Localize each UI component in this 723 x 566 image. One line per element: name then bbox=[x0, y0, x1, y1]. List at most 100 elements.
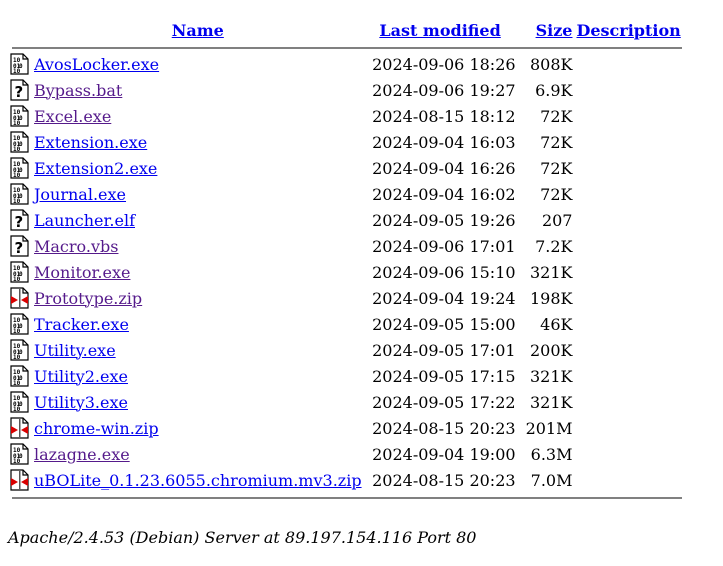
file-modified: 2024-09-05 19:26 bbox=[372, 210, 516, 230]
file-size: 6.3M bbox=[530, 444, 573, 464]
unknown-file-icon: ? bbox=[10, 79, 30, 101]
svg-text:?: ? bbox=[15, 239, 24, 257]
file-row: chrome-win.zip 2024-08-15 20:23 201M bbox=[10, 416, 682, 440]
binary-file-icon: 10 01 0 10 bbox=[10, 105, 30, 127]
binary-file-icon: 10 01 0 10 bbox=[10, 365, 30, 387]
file-modified: 2024-08-15 20:23 bbox=[372, 470, 516, 490]
file-size: 321K bbox=[529, 262, 573, 282]
binary-file-icon: 10 01 0 10 bbox=[10, 339, 30, 361]
file-modified: 2024-08-15 18:12 bbox=[372, 106, 516, 126]
file-size: 46K bbox=[540, 314, 573, 334]
file-description bbox=[575, 416, 681, 440]
file-description bbox=[575, 338, 681, 362]
sort-by-description-link[interactable]: Description bbox=[576, 21, 680, 40]
file-row: ? Launcher.elf 2024-09-05 19:26 207 bbox=[10, 208, 682, 232]
sort-by-name-link[interactable]: Name bbox=[172, 21, 224, 40]
file-row: 10 01 0 10 lazagne.exe 2024-09-04 19:00 6.3M bbox=[10, 442, 682, 466]
file-description bbox=[575, 78, 681, 102]
file-modified: 2024-09-04 19:24 bbox=[372, 288, 516, 308]
sort-by-size-link[interactable]: Size bbox=[536, 21, 573, 40]
file-description bbox=[575, 182, 681, 206]
file-row: 10 01 0 10 Utility3.exe 2024-09-05 17:22 321K bbox=[10, 390, 682, 414]
file-modified: 2024-09-06 19:27 bbox=[372, 80, 516, 100]
footer-divider bbox=[12, 497, 682, 499]
file-link[interactable]: Launcher.elf bbox=[34, 211, 135, 230]
header-row: Name Last modified Size Description bbox=[10, 18, 682, 42]
file-size: 72K bbox=[540, 106, 573, 126]
svg-text:10: 10 bbox=[13, 328, 21, 335]
file-size: 7.0M bbox=[530, 470, 573, 490]
file-link[interactable]: Bypass.bat bbox=[34, 81, 122, 100]
file-row: uBOLite_0.1.23.6055.chromium.mv3.zip 2024… bbox=[10, 468, 682, 492]
file-description bbox=[575, 52, 681, 76]
svg-text:10: 10 bbox=[13, 146, 21, 153]
file-modified: 2024-09-06 17:01 bbox=[372, 236, 516, 256]
binary-file-icon: 10 01 0 10 bbox=[10, 157, 30, 179]
file-row: ? Bypass.bat 2024-09-06 19:27 6.9K bbox=[10, 78, 682, 102]
file-link[interactable]: AvosLocker.exe bbox=[34, 55, 159, 74]
svg-text:?: ? bbox=[15, 83, 24, 101]
file-row: ? Macro.vbs 2024-09-06 17:01 7.2K bbox=[10, 234, 682, 258]
file-description bbox=[575, 364, 681, 388]
file-size: 72K bbox=[540, 132, 573, 152]
unknown-file-icon: ? bbox=[10, 235, 30, 257]
binary-file-icon: 10 01 0 10 bbox=[10, 391, 30, 413]
file-link[interactable]: Extension.exe bbox=[34, 133, 147, 152]
file-link[interactable]: uBOLite_0.1.23.6055.chromium.mv3.zip bbox=[34, 471, 362, 490]
binary-file-icon: 10 01 0 10 bbox=[10, 53, 30, 75]
binary-file-icon: 10 01 0 10 bbox=[10, 183, 30, 205]
file-row: 10 01 0 10 Utility.exe 2024-09-05 17:01 200K bbox=[10, 338, 682, 362]
svg-text:10: 10 bbox=[13, 198, 21, 205]
file-link[interactable]: Macro.vbs bbox=[34, 237, 118, 256]
svg-text:10: 10 bbox=[13, 406, 21, 413]
file-modified: 2024-09-06 15:10 bbox=[372, 262, 516, 282]
file-row: 10 01 0 10 Monitor.exe 2024-09-06 15:10 321K bbox=[10, 260, 682, 284]
file-modified: 2024-09-04 16:02 bbox=[372, 184, 516, 204]
file-modified: 2024-09-05 17:01 bbox=[372, 340, 516, 360]
file-link[interactable]: Monitor.exe bbox=[34, 263, 130, 282]
file-modified: 2024-09-04 16:26 bbox=[372, 158, 516, 178]
binary-file-icon: 10 01 0 10 bbox=[10, 131, 30, 153]
file-description bbox=[575, 390, 681, 414]
svg-text:10: 10 bbox=[13, 354, 21, 361]
file-link[interactable]: Utility3.exe bbox=[34, 393, 128, 412]
svg-text:10: 10 bbox=[13, 276, 21, 283]
file-modified: 2024-09-05 17:15 bbox=[372, 366, 516, 386]
file-description bbox=[575, 260, 681, 284]
file-description bbox=[575, 104, 681, 128]
file-row: 10 01 0 10 Tracker.exe 2024-09-05 15:00 46K bbox=[10, 312, 682, 336]
file-description bbox=[575, 234, 681, 258]
file-link[interactable]: lazagne.exe bbox=[34, 445, 130, 464]
file-row: 10 01 0 10 Extension.exe 2024-09-04 16:03 72K bbox=[10, 130, 682, 154]
file-size: 198K bbox=[529, 288, 573, 308]
svg-text:10: 10 bbox=[13, 68, 21, 75]
file-description bbox=[575, 156, 681, 180]
sort-by-last-modified-link[interactable]: Last modified bbox=[379, 21, 500, 40]
file-size: 808K bbox=[529, 54, 573, 74]
compressed-file-icon bbox=[10, 417, 30, 439]
file-description bbox=[575, 208, 681, 232]
file-link[interactable]: Journal.exe bbox=[34, 185, 126, 204]
file-link[interactable]: Prototype.zip bbox=[34, 289, 142, 308]
file-link[interactable]: chrome-win.zip bbox=[34, 419, 159, 438]
svg-text:10: 10 bbox=[13, 172, 21, 179]
file-link[interactable]: Utility.exe bbox=[34, 341, 116, 360]
file-link[interactable]: Utility2.exe bbox=[34, 367, 128, 386]
file-description bbox=[575, 468, 681, 492]
directory-listing-table: Name Last modified Size Description 10 01… bbox=[8, 16, 684, 502]
file-modified: 2024-09-04 16:03 bbox=[372, 132, 516, 152]
header-divider bbox=[12, 47, 682, 49]
server-signature: Apache/2.4.53 (Debian) Server at 89.197.… bbox=[8, 528, 477, 547]
file-link[interactable]: Tracker.exe bbox=[34, 315, 129, 334]
file-link[interactable]: Extension2.exe bbox=[34, 159, 157, 178]
file-size: 207 bbox=[541, 210, 573, 230]
file-size: 7.2K bbox=[535, 236, 573, 256]
file-size: 201M bbox=[525, 418, 573, 438]
file-modified: 2024-09-05 17:22 bbox=[372, 392, 516, 412]
file-row: 10 01 0 10 Extension2.exe 2024-09-04 16:26 72K bbox=[10, 156, 682, 180]
file-description bbox=[575, 130, 681, 154]
file-link[interactable]: Excel.exe bbox=[34, 107, 111, 126]
file-row: 10 01 0 10 Utility2.exe 2024-09-05 17:15 321K bbox=[10, 364, 682, 388]
file-description bbox=[575, 286, 681, 310]
compressed-file-icon bbox=[10, 287, 30, 309]
